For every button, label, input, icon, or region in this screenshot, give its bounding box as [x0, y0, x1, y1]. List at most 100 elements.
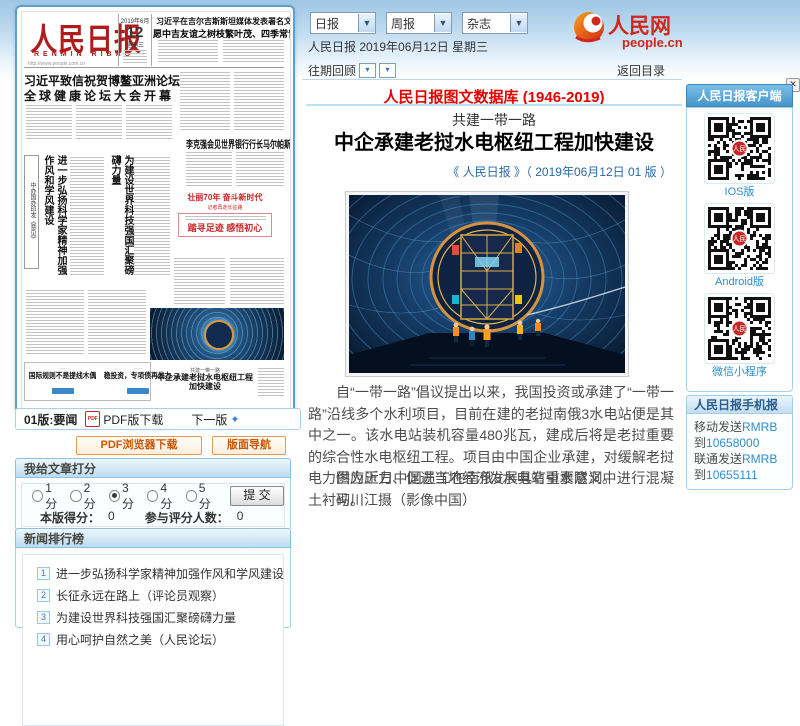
thumb-headline-main-2[interactable]: 全球健康论坛大会开幕 [24, 87, 174, 104]
fake-text [76, 105, 122, 141]
fake-text [186, 152, 232, 188]
rank-number: 2 [37, 589, 50, 602]
mobile-paper-header: 人民日报手机报 [686, 395, 793, 414]
svg-text:人民: 人民 [733, 325, 747, 333]
front-page-thumbnail[interactable]: 人民日报 RENMIN RIBAO http://www.people.com.… [15, 5, 295, 413]
mobile-line: 联通发送RMRB [694, 451, 792, 467]
count-value: 0 [237, 509, 244, 526]
chevron-down-icon[interactable]: ▼ [358, 14, 375, 32]
rating-option[interactable]: 3分 [109, 481, 139, 512]
ranking-item[interactable]: 2 长征永远在路上（评论员观察） [37, 587, 283, 604]
rating-option[interactable]: 4分 [147, 481, 177, 512]
layout-nav-button[interactable]: 版面导航 [212, 436, 286, 455]
fake-text [180, 72, 230, 130]
feature-line-1: 壮丽70年 奋斗新时代 [172, 192, 278, 203]
chevron-down-icon[interactable]: ▼ [510, 14, 527, 32]
rank-link[interactable]: 进一步弘扬科学家精神加强作风和学风建设 [56, 565, 284, 582]
page-link-pill[interactable] [52, 388, 74, 394]
feature-line-3: 踏寻足迹 感悟初心 [180, 221, 270, 234]
mobile-paper-info: 移动发送RMRB 到10658000 联通发送RMRB 到10655111 [686, 414, 793, 490]
rating-radio[interactable] [147, 490, 158, 502]
svg-text:people.cn: people.cn [622, 35, 683, 50]
mobile-line: 到10655111 [694, 467, 792, 483]
thumb-photo-title[interactable]: 中企承建老挝水电枢纽工程加快建设 [156, 373, 254, 391]
rating-radio[interactable] [186, 490, 197, 502]
ranking-header: 新闻排行榜 [15, 528, 291, 548]
rating-option[interactable]: 5分 [186, 481, 216, 512]
issue-year-select[interactable]: ▾ [359, 63, 376, 78]
fake-text [230, 258, 284, 304]
next-page-link[interactable]: 下一版 [191, 411, 227, 428]
article-photo [345, 191, 629, 377]
rank-link[interactable]: 用心呵护自然之美（人民论坛） [56, 631, 224, 648]
chevron-down-icon[interactable]: ▼ [434, 14, 451, 32]
qr-caption-wechat[interactable]: 微信小程序 [697, 366, 783, 379]
fake-text [126, 105, 172, 141]
rank-number: 1 [37, 567, 50, 580]
thumb-headline-tag[interactable]: 习近平在吉尔吉斯斯坦媒体发表署名文章 [156, 16, 286, 27]
thumb-vertical-tag: 中办国办印发《意见》 [24, 155, 39, 269]
fake-text [70, 157, 104, 277]
qr-caption-ios[interactable]: IOS版 [697, 186, 783, 199]
fake-text [258, 368, 284, 398]
page-nav-bar: 01版:要闻 PDF PDF版下载 下一版 ✦ [15, 408, 301, 430]
thumb-feature-box: 壮丽70年 奋斗新时代 记者再走长征路 踏寻足迹 感悟初心 [172, 192, 278, 237]
thumb-headline-top[interactable]: 愿中吉友谊之树枝繁叶茂、四季常青 [153, 27, 289, 40]
fake-text [223, 40, 284, 64]
pdf-browser-download-button[interactable]: PDF浏览器下载 [76, 436, 202, 455]
next-page-icon: ✦ [230, 413, 239, 426]
thumb-headline-rules[interactable]: 国际规则不是提线木偶 [29, 370, 97, 381]
rating-header: 我给文章打分 [15, 458, 291, 478]
people-cn-logo[interactable]: 人民网 people.cn [570, 6, 690, 52]
ranking-item[interactable]: 3 为建设世界科技强国汇聚磅礴力量 [37, 609, 283, 626]
thumb-vertical-headline-2[interactable]: 为建设世界科技强国汇聚磅礴力量 [108, 155, 134, 277]
article-photo-credit: 马川江摄（影像中国） [308, 490, 674, 512]
fake-text [158, 40, 218, 64]
select-weekly-label: 周报 [387, 15, 434, 32]
mobile-line: 移动发送RMRB [694, 419, 792, 435]
qr-caption-android[interactable]: Android版 [697, 276, 783, 289]
pdf-download-link[interactable]: PDF版下载 [103, 411, 163, 428]
rating-option-label: 5分 [199, 481, 216, 512]
thumb-headline-likeqiang[interactable]: 李克强会见世界银行行长马尔帕斯 [186, 136, 256, 151]
thumb-vertical-headline-1[interactable]: 进一步弘扬科学家精神加强作风和学风建设 [41, 155, 67, 277]
mobile-line: 到10658000 [694, 435, 792, 451]
issue-month-select[interactable]: ▾ [379, 63, 396, 78]
page-link-pill[interactable] [127, 388, 149, 394]
newspaper-date-day: 12 [119, 25, 151, 40]
submit-rating-button[interactable]: 提 交 [230, 486, 284, 506]
pdf-icon: PDF [85, 411, 100, 427]
ranking-item[interactable]: 4 用心呵护自然之美（人民论坛） [37, 631, 283, 648]
rating-option-label: 2分 [84, 481, 101, 512]
edition-dateline: 人民日报 2019年06月12日 星期三 [308, 38, 488, 55]
divider [302, 79, 682, 80]
select-magazine[interactable]: 杂志 ▼ [462, 12, 528, 34]
ranking-item[interactable]: 1 进一步弘扬科学家精神加强作风和学风建设 [37, 565, 283, 582]
qr-code: 人民 [708, 257, 771, 274]
select-weekly[interactable]: 周报 ▼ [386, 12, 452, 34]
rank-number: 3 [37, 611, 50, 624]
thumb-bottom-box: —— 国际规则不是提线木偶 —— 稳投资，专项债再发力 [24, 362, 151, 401]
thumb-tunnel-photo [150, 308, 284, 360]
rating-option[interactable]: 2分 [70, 481, 100, 512]
fake-text [134, 157, 170, 277]
tunnel-core [204, 320, 234, 350]
rating-option[interactable]: 1分 [32, 481, 62, 512]
fake-text [174, 258, 225, 304]
newspaper-datebox: 2019年6月 12 星期三 [118, 14, 152, 66]
rank-link[interactable]: 长征永远在路上（评论员观察） [56, 587, 224, 604]
select-daily[interactable]: 日报 ▼ [310, 12, 376, 34]
page-label: 01版:要闻 [24, 411, 77, 428]
rank-link[interactable]: 为建设世界科技强国汇聚磅礴力量 [56, 609, 236, 626]
fake-text [236, 152, 284, 188]
rank-number: 4 [37, 633, 50, 646]
rating-option-label: 3分 [122, 481, 139, 512]
rating-radio[interactable] [109, 490, 120, 502]
newspaper-date-weekday: 星期三 [119, 40, 151, 49]
app-panel-header[interactable]: 人民日报客户端 [686, 84, 793, 107]
fake-text [234, 72, 284, 130]
back-to-toc-link[interactable]: 返回目录 [617, 62, 665, 79]
fake-text [26, 290, 84, 356]
rating-radio[interactable] [32, 490, 43, 502]
rating-radio[interactable] [70, 490, 81, 502]
